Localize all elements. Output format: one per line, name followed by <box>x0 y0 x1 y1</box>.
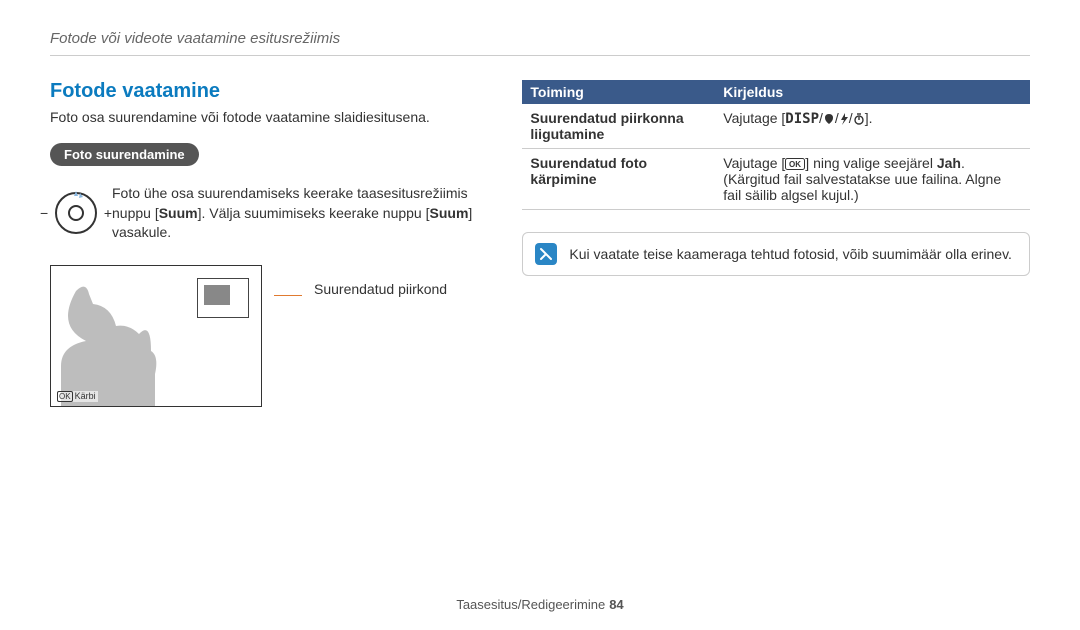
right-column: Toiming Kirjeldus Suurendatud piirkonna … <box>522 80 1030 407</box>
breadcrumb: Fotode või videote vaatamine esitusrežii… <box>50 30 1030 56</box>
table-cell-desc: Vajutage [DISP///]. <box>715 104 1030 149</box>
page-title: Fotode vaatamine <box>50 80 482 103</box>
page-footer: Taasesitus/Redigeerimine84 <box>0 597 1080 612</box>
silhouette-icon <box>51 286 206 406</box>
note-icon <box>535 243 557 265</box>
pointer-line <box>274 295 302 296</box>
table-cell-action: Suurendatud foto kärpimine <box>522 149 715 210</box>
section-pill: Foto suurendamine <box>50 143 199 166</box>
table-head-desc: Kirjeldus <box>715 80 1030 104</box>
macro-icon: / <box>819 110 835 126</box>
actions-table: Toiming Kirjeldus Suurendatud piirkonna … <box>522 80 1030 210</box>
flash-icon: / <box>835 110 849 126</box>
zoom-region-box <box>197 278 249 318</box>
timer-icon: / <box>849 110 865 126</box>
svg-text:OK: OK <box>789 160 801 169</box>
table-head-action: Toiming <box>522 80 715 104</box>
ok-key-icon: OK <box>57 391 73 402</box>
intro-text: Foto osa suurendamine või fotode vaatami… <box>50 109 482 125</box>
zoom-dial-icon: − + <box>50 187 102 239</box>
crop-badge: OK Kärbi <box>55 391 98 402</box>
pointer-label: Suurendatud piirkond <box>314 281 447 297</box>
note-text: Kui vaatate teise kaameraga tehtud fotos… <box>569 246 1012 262</box>
table-row: Suurendatud piirkonna liigutamine Vajuta… <box>522 104 1030 149</box>
note-box: Kui vaatate teise kaameraga tehtud fotos… <box>522 232 1030 276</box>
photo-illustration-row: OK Kärbi Suurendatud piirkond <box>50 265 482 407</box>
table-row: Suurendatud foto kärpimine Vajutage [OK]… <box>522 149 1030 210</box>
zoom-instruction-text: Foto ühe osa suurendamiseks keerake taas… <box>112 184 482 243</box>
table-cell-action: Suurendatud piirkonna liigutamine <box>522 104 715 149</box>
table-cell-desc: Vajutage [OK] ning valige seejärel Jah. … <box>715 149 1030 210</box>
left-column: Fotode vaatamine Foto osa suurendamine v… <box>50 80 482 407</box>
photo-frame: OK Kärbi <box>50 265 262 407</box>
zoom-instruction-row: − + Foto ühe osa suurendamiseks keerake … <box>50 184 482 243</box>
ok-key-icon: OK <box>785 155 805 171</box>
